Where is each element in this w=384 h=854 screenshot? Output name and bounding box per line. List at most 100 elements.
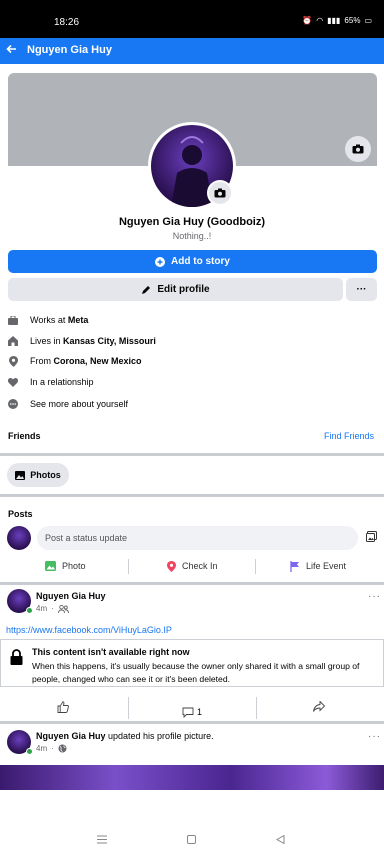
image-icon [15, 470, 26, 480]
comment-icon [182, 707, 194, 718]
section-divider [0, 453, 384, 456]
status-icons: ⏰ ◠ ▮▮▮ 65% ▭ [302, 16, 372, 25]
home-button-icon[interactable] [187, 835, 196, 844]
profile-bio: Nothing..! [172, 231, 212, 241]
home-icon [8, 336, 18, 346]
more-dots-icon [8, 399, 18, 409]
check-in-action-button[interactable]: Check In [167, 558, 218, 574]
system-navigation-bar [0, 790, 384, 854]
about-work-value: Meta [67, 315, 89, 325]
about-from-row[interactable]: From Corona, New Mexico [8, 353, 368, 369]
battery-level: 65% [344, 16, 361, 25]
edit-profile-label: Edit profile [157, 284, 210, 295]
post-link[interactable]: https://www.facebook.com/ViHuyLaGio.IP [6, 625, 172, 635]
life-event-action-label: Life Event [306, 561, 347, 571]
friends-audience-icon [57, 604, 69, 613]
comment-button[interactable]: 1 [182, 701, 202, 723]
flag-icon [290, 560, 300, 572]
post-action-text: updated his profile picture. [105, 731, 214, 741]
top-app-bar: Nguyen Gia Huy [0, 38, 384, 64]
post-options-button[interactable]: ··· [368, 591, 381, 602]
clock: 18:26 [54, 17, 80, 28]
action-separator [128, 559, 129, 574]
about-work-text: Works at Meta [30, 315, 88, 325]
about-work-row[interactable]: Works at Meta [8, 312, 368, 328]
about-lives-prefix: Lives in [30, 336, 64, 346]
post-time: 4m [36, 744, 48, 753]
lock-icon [10, 649, 23, 665]
location-pin-icon [8, 355, 18, 367]
post-meta: 4m · [36, 604, 69, 613]
status-update-input[interactable]: Post a status update [37, 526, 358, 550]
reaction-separator [256, 697, 257, 719]
more-options-button[interactable]: ··· [346, 278, 377, 301]
section-divider [0, 494, 384, 497]
post-author-name[interactable]: Nguyen Gia Huy [36, 591, 106, 601]
online-status-dot [26, 607, 33, 614]
wifi-icon: ◠ [316, 16, 324, 25]
back-triangle-icon[interactable] [276, 835, 285, 844]
find-friends-link[interactable]: Find Friends [324, 431, 374, 441]
notice-description: When this happens, it's usually because … [32, 661, 360, 684]
action-separator [255, 559, 256, 574]
globe-icon [58, 744, 67, 753]
content-unavailable-notice: This content isn't available right now W… [0, 639, 384, 687]
profile-name: Nguyen Gia Huy (Goodboiz) [118, 216, 266, 228]
post-meta: 4m · [36, 744, 67, 753]
photo-action-label: Photo [62, 561, 86, 571]
comment-count: 1 [197, 707, 203, 717]
profile-picture-update-image[interactable] [0, 765, 384, 790]
notice-title: This content isn't available right now [32, 647, 190, 657]
photos-button[interactable]: Photos [7, 463, 69, 487]
online-status-dot [26, 748, 33, 755]
about-lives-text: Lives in Kansas City, Missouri [30, 336, 156, 346]
battery-icon: ▭ [364, 16, 372, 25]
see-more-about-text: See more about yourself [30, 399, 129, 409]
post-author-name[interactable]: Nguyen Gia Huy [36, 731, 106, 741]
briefcase-icon [8, 315, 18, 325]
more-label: ··· [356, 284, 367, 295]
like-button[interactable] [57, 701, 69, 723]
gallery-icon[interactable] [366, 531, 377, 542]
status-placeholder: Post a status update [45, 533, 128, 543]
about-work-prefix: Works at [30, 315, 68, 325]
back-arrow-icon[interactable] [6, 43, 18, 55]
post-header-text: Nguyen Gia Huy updated his profile pictu… [36, 731, 214, 741]
recent-apps-icon[interactable] [97, 835, 107, 844]
about-lives-row[interactable]: Lives in Kansas City, Missouri [8, 333, 368, 349]
dot-separator: · [51, 604, 54, 613]
about-relationship-row[interactable]: In a relationship [8, 374, 368, 390]
profile-page: Nguyen Gia Huy (Goodboiz) Nothing..! Add… [0, 64, 384, 854]
photo-action-button[interactable]: Photo [45, 558, 86, 574]
edit-profile-button[interactable]: Edit profile [8, 278, 343, 301]
add-to-story-button[interactable]: Add to story [8, 250, 377, 273]
about-relationship-text: In a relationship [30, 377, 94, 387]
photos-label: Photos [30, 470, 61, 480]
post-options-button[interactable]: ··· [368, 731, 381, 742]
dot-separator: · [51, 744, 54, 753]
about-from-text: From Corona, New Mexico [30, 356, 142, 366]
post-time: 4m [36, 604, 48, 613]
share-button[interactable] [313, 701, 325, 723]
pencil-icon [141, 285, 151, 295]
signal-icon: ▮▮▮ [327, 16, 341, 25]
plus-circle-icon [155, 256, 166, 267]
check-in-action-label: Check In [182, 561, 218, 571]
edit-avatar-camera-icon[interactable] [207, 180, 233, 206]
life-event-action-button[interactable]: Life Event [290, 558, 346, 574]
add-to-story-label: Add to story [171, 256, 230, 267]
friends-heading: Friends [8, 431, 41, 441]
location-icon [167, 560, 176, 572]
reaction-separator [128, 697, 129, 719]
about-from-prefix: From [30, 356, 54, 366]
see-more-about-row[interactable]: See more about yourself [8, 396, 368, 412]
about-from-value: Corona, New Mexico [53, 356, 142, 366]
share-arrow-icon [313, 701, 325, 712]
thumbs-up-icon [57, 701, 69, 713]
my-avatar-thumbnail[interactable] [7, 526, 31, 550]
section-divider [0, 721, 384, 724]
status-bar: 18:26 ⏰ ◠ ▮▮▮ 65% ▭ [0, 0, 384, 38]
edit-cover-camera-icon[interactable] [345, 136, 371, 162]
heart-icon [8, 377, 18, 387]
about-lives-value: Kansas City, Missouri [63, 336, 156, 346]
